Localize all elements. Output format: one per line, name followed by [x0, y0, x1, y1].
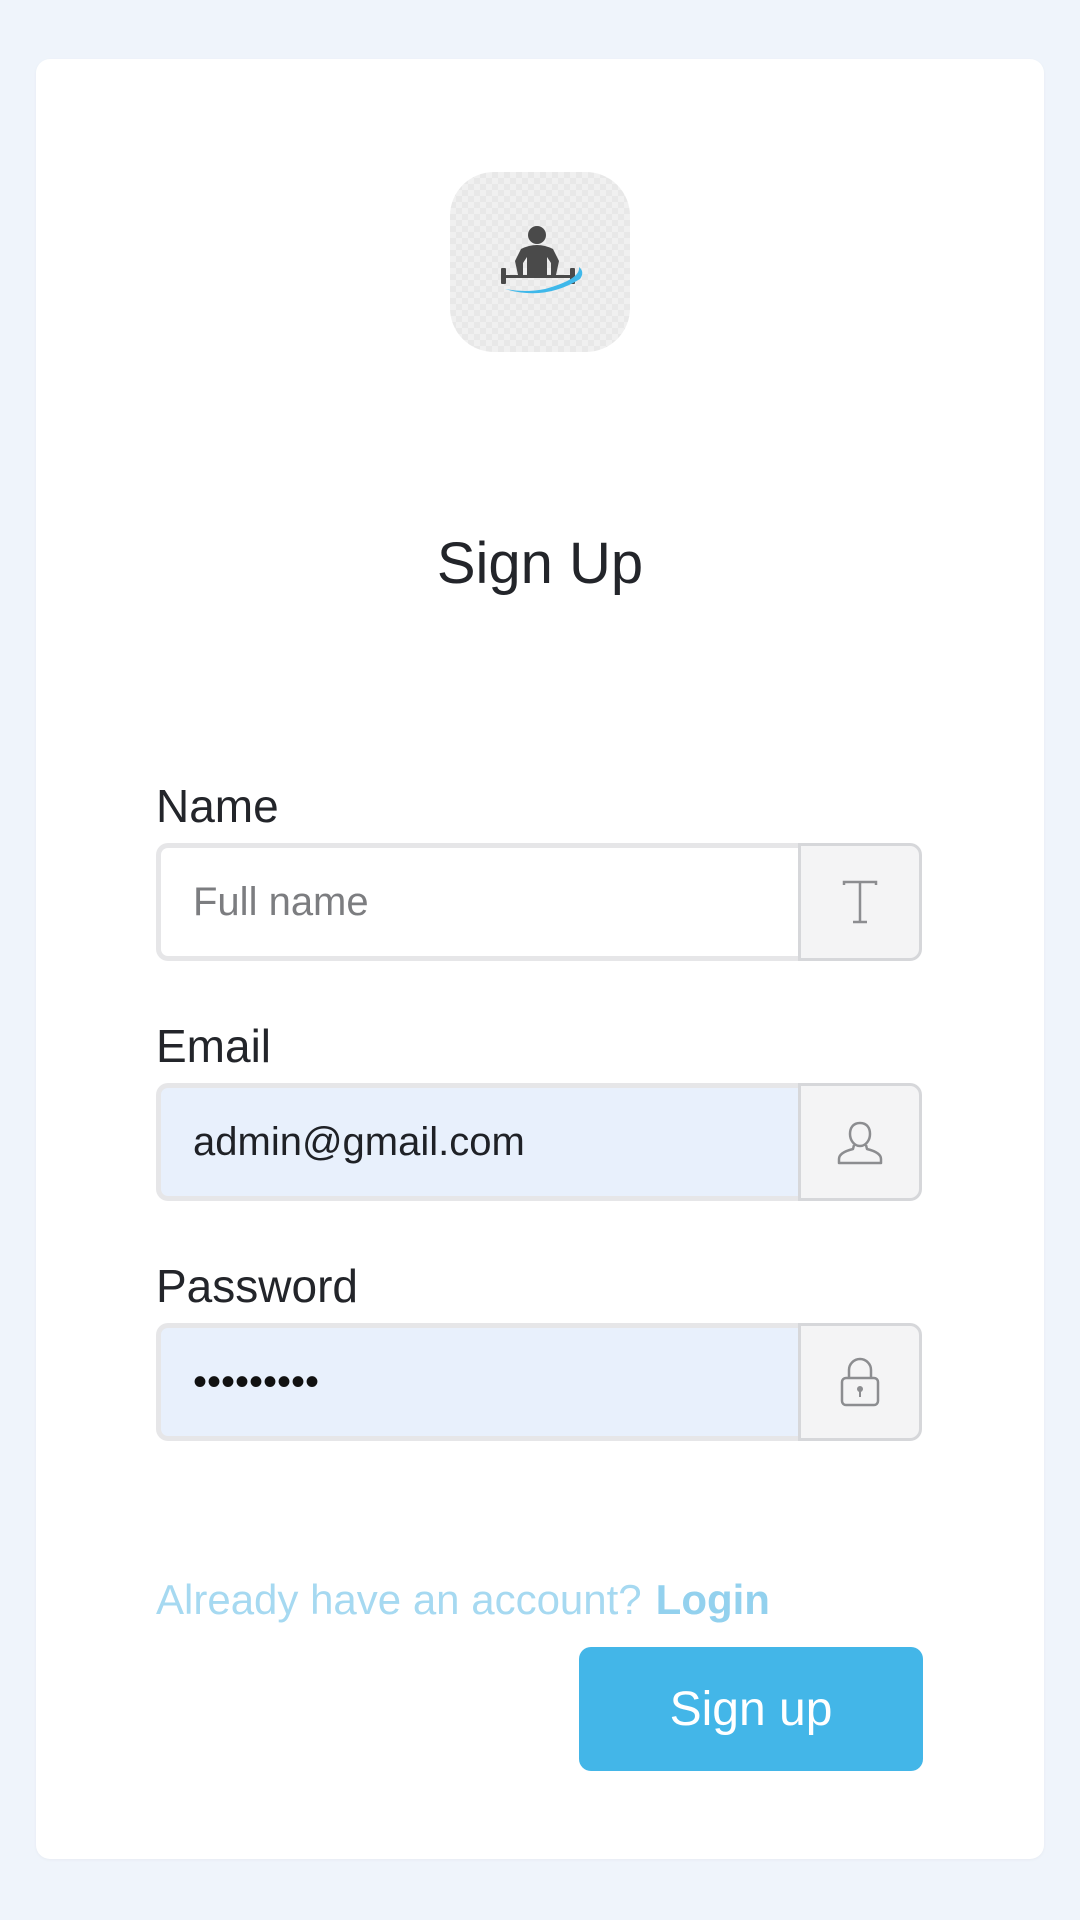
- name-label: Name: [156, 780, 279, 832]
- login-prompt: Already have an account? Login: [156, 1574, 770, 1626]
- app-logo: [450, 172, 630, 352]
- page-title: Sign Up: [436, 531, 644, 596]
- email-input-group: admin@gmail.com: [156, 1083, 922, 1201]
- email-value: admin@gmail.com: [193, 1119, 525, 1164]
- name-placeholder: Full name: [193, 879, 369, 924]
- password-addon: [798, 1323, 922, 1441]
- login-prompt-text: Already have an account?: [156, 1576, 642, 1623]
- password-input-group: •••••••••: [156, 1323, 922, 1441]
- password-value: •••••••••: [193, 1359, 320, 1404]
- email-addon: [798, 1083, 922, 1201]
- email-label: Email: [156, 1020, 272, 1072]
- password-label: Password: [156, 1260, 358, 1312]
- name-input-group: Full name: [156, 843, 922, 961]
- email-input[interactable]: admin@gmail.com: [156, 1083, 798, 1201]
- login-link[interactable]: Login: [656, 1576, 770, 1623]
- signup-button[interactable]: Sign up: [579, 1647, 923, 1771]
- name-addon: [798, 843, 922, 961]
- user-icon: [837, 1121, 883, 1165]
- name-input[interactable]: Full name: [156, 843, 798, 961]
- text-icon: [842, 880, 878, 924]
- signup-card: Sign Up Name Full name Email admin@gmail…: [36, 59, 1044, 1859]
- password-input[interactable]: •••••••••: [156, 1323, 798, 1441]
- lock-icon: [840, 1357, 880, 1407]
- weightlifter-logo-icon: [501, 226, 583, 294]
